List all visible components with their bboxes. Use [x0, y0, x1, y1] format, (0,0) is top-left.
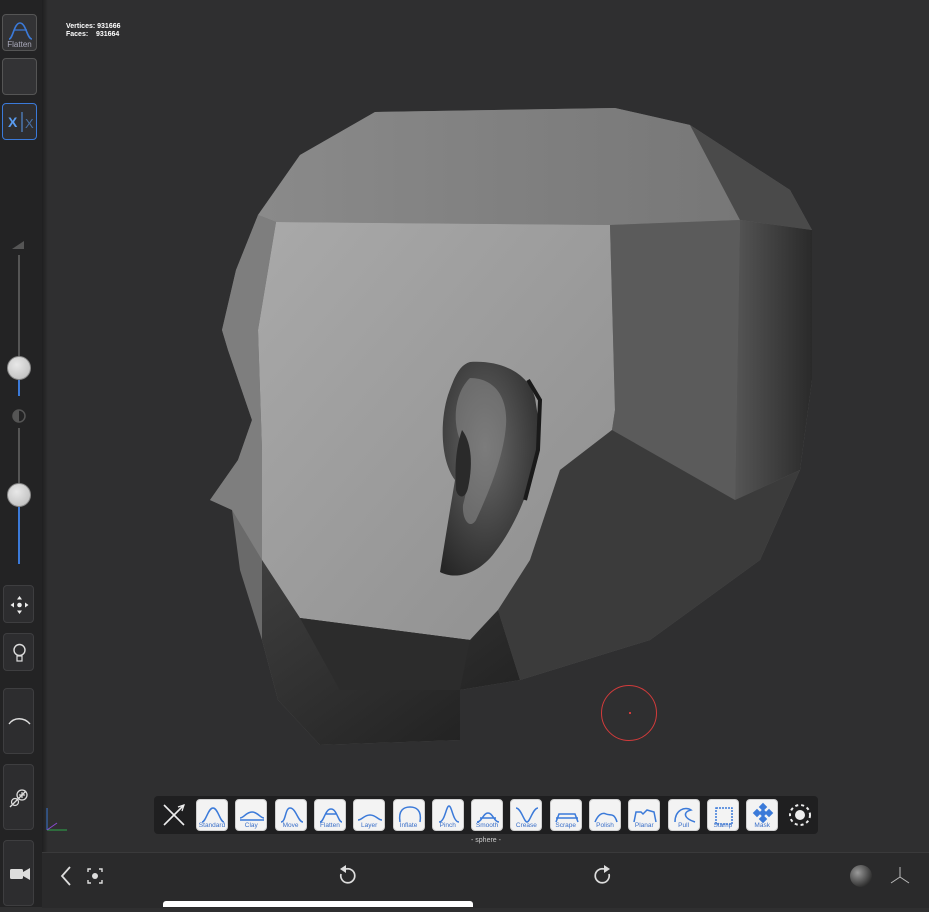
left-toolbar: Flatten X X — [0, 0, 48, 907]
brush-clay-button[interactable]: Clay — [235, 799, 268, 831]
brush-label: Smooth — [475, 822, 499, 829]
brush-label: Mask — [754, 822, 770, 829]
camera-button[interactable] — [3, 840, 34, 906]
brush-label: Flatten — [319, 822, 340, 829]
brush-cursor-center — [629, 712, 631, 714]
head-mesh — [210, 108, 812, 745]
brush-label: Scrape — [555, 822, 576, 829]
brush-stamp-button[interactable]: Stamp — [706, 799, 739, 831]
brush-crease-button[interactable]: Crease — [510, 799, 543, 831]
lighting-button[interactable] — [3, 633, 34, 671]
light-bulb-icon — [13, 643, 26, 662]
sculpt-viewport[interactable] — [42, 0, 929, 850]
brush-standard-button[interactable]: Standard — [196, 799, 228, 831]
current-tool-button[interactable]: Flatten — [2, 14, 37, 51]
symmetry-toggle-button[interactable]: X X — [2, 103, 37, 140]
back-chevron-icon[interactable] — [54, 863, 80, 889]
brush-flatten-button[interactable]: Flatten — [313, 799, 346, 831]
brush-mask-button[interactable]: Mask — [746, 799, 779, 831]
faces-value: 931664 — [95, 31, 120, 38]
redo-icon[interactable] — [590, 863, 616, 889]
svg-text:X: X — [25, 116, 34, 131]
brush-scrape-button[interactable]: Scrape — [549, 799, 582, 831]
brush-settings-icon[interactable] — [786, 801, 814, 829]
axis-orientation-icon[interactable] — [887, 863, 913, 889]
home-indicator — [163, 901, 473, 907]
toolbar-shadow — [42, 0, 48, 907]
undo-icon[interactable] — [334, 863, 360, 889]
brush-inflate-button[interactable]: Inflate — [392, 799, 425, 831]
brush-toolbar: Standard Clay Move Flatten Layer Inflate Pinch… — [154, 796, 818, 834]
axis-gizmo-icon — [46, 808, 67, 831]
brush-label: Pull — [678, 822, 690, 829]
tools-icon[interactable] — [158, 799, 190, 831]
current-tool-label: Flatten — [7, 40, 32, 49]
brush-label: Move — [282, 822, 299, 829]
secondary-tool-button[interactable] — [2, 58, 37, 95]
vertices-label: Vertices: — [66, 23, 96, 30]
brush-polish-button[interactable]: Polish — [589, 799, 621, 831]
video-camera-icon — [10, 868, 30, 880]
radius-slider-track[interactable] — [18, 255, 20, 370]
symmetry-mirror-icon: X — [21, 112, 34, 132]
brush-label: Polish — [596, 822, 614, 829]
intensity-icon — [12, 409, 26, 423]
brush-label: Crease — [515, 822, 537, 829]
brush-pinch-button[interactable]: Pinch — [431, 799, 464, 831]
remesh-icon — [9, 789, 28, 808]
intensity-slider-knob[interactable] — [7, 483, 31, 507]
brush-label: Clay — [244, 822, 258, 829]
material-sphere-icon[interactable] — [848, 863, 874, 889]
move-arrows-icon — [10, 596, 29, 614]
frame-camera-icon[interactable] — [82, 863, 108, 889]
bottom-bar — [42, 852, 929, 908]
brush-planar-button[interactable]: Planar — [628, 799, 661, 831]
material-name: - sphere - — [471, 837, 501, 844]
brush-label: Stamp — [713, 822, 733, 829]
brush-label: Pinch — [439, 822, 456, 829]
brush-label: Inflate — [399, 822, 418, 829]
brush-label: Planar — [634, 822, 654, 829]
vertices-value: 931666 — [97, 23, 121, 30]
brush-pull-button[interactable]: Pull — [667, 799, 700, 831]
stroke-options-button[interactable] — [3, 688, 34, 754]
brush-label: Layer — [361, 822, 378, 829]
brush-layer-button[interactable]: Layer — [353, 799, 386, 831]
transform-button[interactable] — [3, 585, 34, 623]
brush-move-button[interactable]: Move — [274, 799, 307, 831]
radius-slider-knob[interactable] — [7, 356, 31, 380]
mesh-stats: Vertices: 931666 Faces: 931664 — [66, 23, 121, 39]
brush-label: Standard — [198, 822, 226, 829]
brush-smooth-button[interactable]: Smooth — [471, 799, 504, 831]
faces-label: Faces: — [66, 31, 89, 38]
stroke-curve-icon — [8, 718, 31, 725]
radius-icon — [12, 241, 24, 249]
topology-button[interactable] — [3, 764, 34, 830]
